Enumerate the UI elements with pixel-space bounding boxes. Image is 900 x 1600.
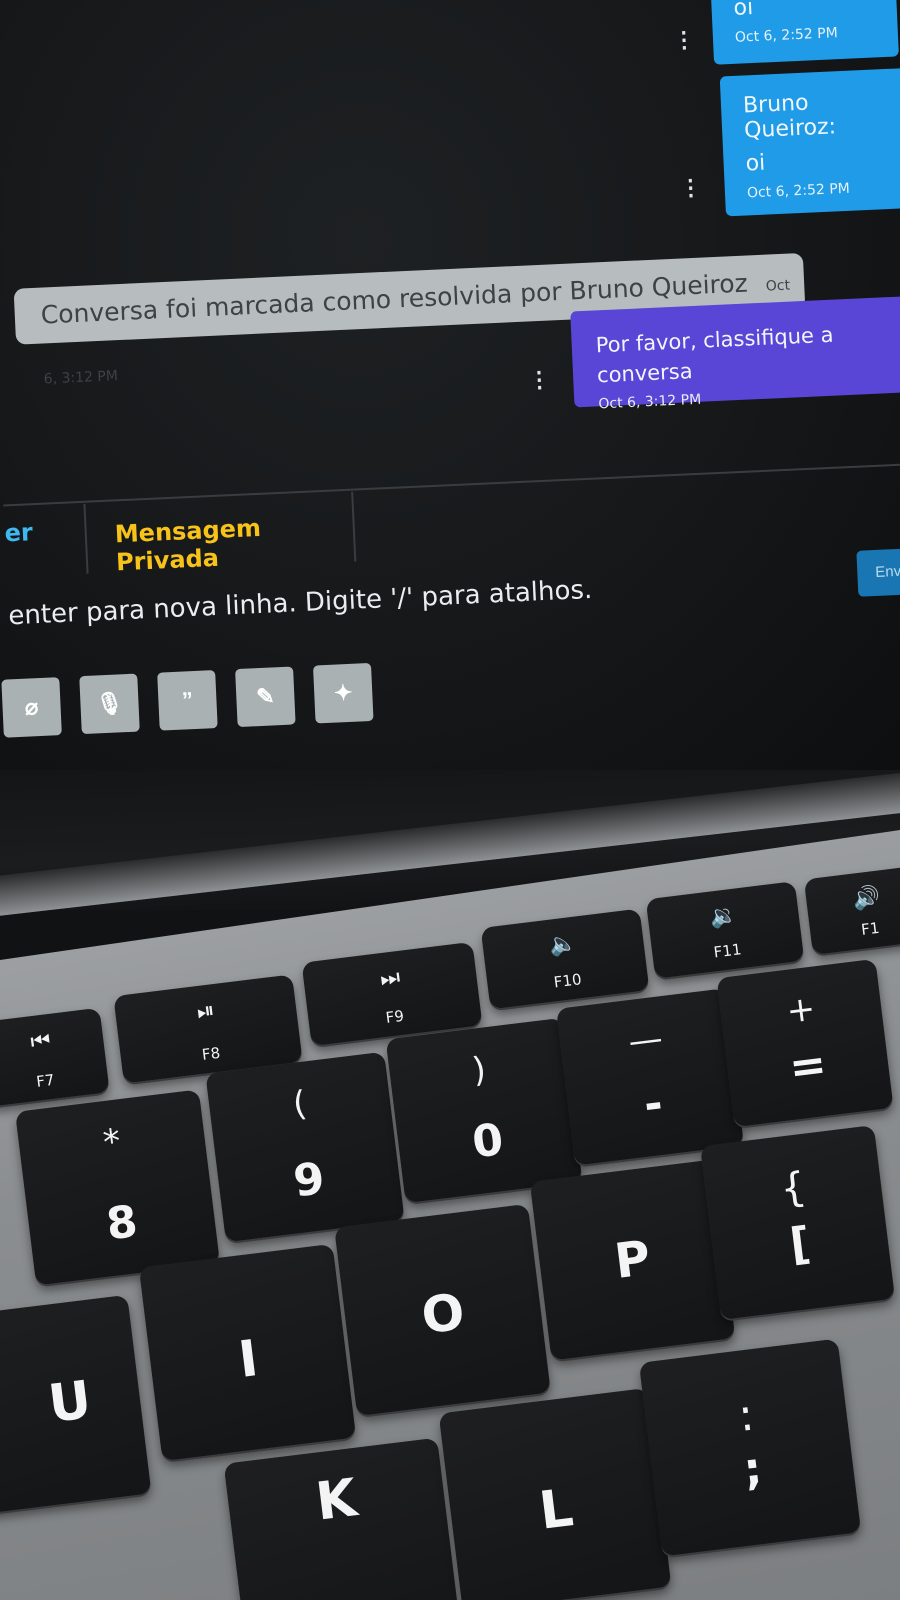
key-label: I [235,1329,262,1389]
play-pause-icon: ⏯ [195,998,217,1026]
key-f10[interactable]: 🔈 F10 [480,908,650,1010]
key-f11[interactable]: 🔉 F11 [645,881,805,979]
key-9[interactable]: ( 9 [205,1051,405,1243]
key-label: L [536,1478,577,1542]
key-label: F10 [552,970,583,992]
key-f12[interactable]: 🔊 F1 [803,864,900,956]
key-label: F7 [35,1070,56,1091]
previous-track-icon: ⏮ [29,1028,52,1056]
key-shift-label: + [784,988,818,1032]
key-label: = [786,1038,830,1094]
key-label: 9 [290,1153,328,1208]
key-semicolon[interactable]: : ; [638,1338,862,1557]
volume-down-icon: 🔉 [708,902,739,931]
key-shift-label: * [101,1121,123,1164]
volume-up-icon: 🔊 [851,884,882,913]
key-label: O [418,1282,468,1346]
mute-icon: 🔈 [548,930,579,959]
key-8[interactable]: * 8 [15,1089,220,1286]
key-o[interactable]: O [334,1203,551,1417]
key-label: F11 [712,940,743,962]
key-shift-label: — [626,1018,665,1063]
key-label: K [312,1468,361,1533]
key-label: 8 [103,1196,141,1251]
photo: oi Oct 6, 2:52 PM ⋮ Bruno Queiroz: oi Oc… [0,0,900,1600]
key-label: - [641,1077,666,1131]
key-label: U [45,1370,95,1435]
key-bracket-left[interactable]: { [ [699,1124,896,1321]
key-equals[interactable]: + = [716,958,894,1128]
key-minus[interactable]: — - [556,988,744,1166]
key-label: F1 [860,918,881,939]
keyboard: ⏮ F7 ⏯ F8 ⏭ F9 🔈 F10 🔉 F11 🔊 F1 * 8 (9 … [0,0,900,1600]
key-k[interactable]: K [223,1437,462,1600]
key-label: 0 [469,1114,507,1169]
key-shift-label: ) [470,1049,489,1091]
key-f7[interactable]: ⏮ F7 [0,1007,110,1108]
key-shift-label: ( [290,1083,309,1125]
key-label: [ [787,1217,814,1271]
key-l[interactable]: L [438,1387,672,1600]
next-track-icon: ⏭ [378,965,402,993]
key-i[interactable]: I [138,1243,357,1462]
key-0[interactable]: ) 0 [385,1017,583,1204]
key-u[interactable]: U [0,1294,152,1516]
key-label: P [611,1230,654,1290]
